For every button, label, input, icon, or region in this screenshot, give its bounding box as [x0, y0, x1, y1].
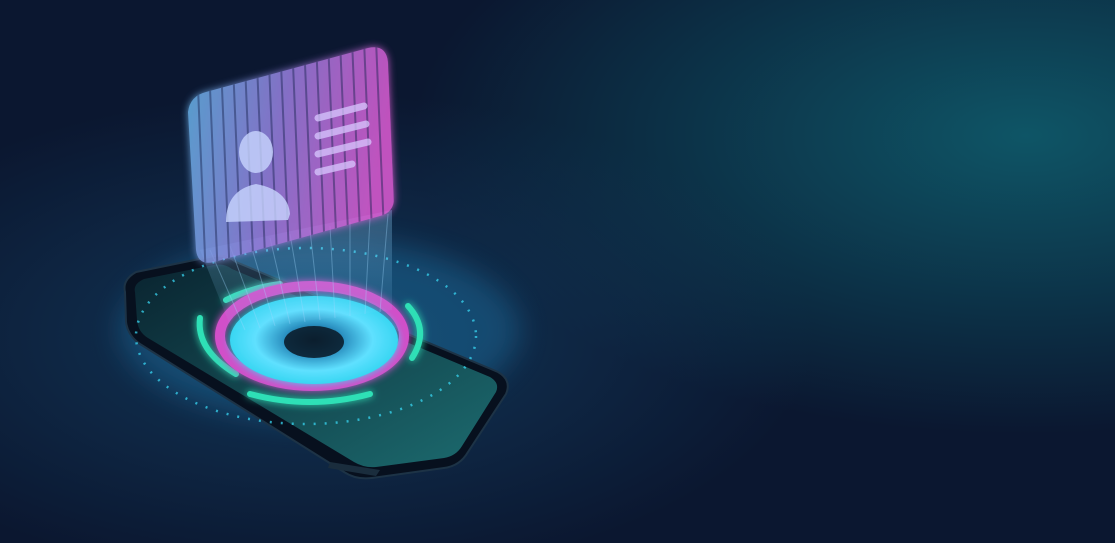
hologram-illustration	[0, 0, 1115, 543]
core-center	[284, 326, 344, 358]
hologram-scene	[0, 0, 1115, 543]
